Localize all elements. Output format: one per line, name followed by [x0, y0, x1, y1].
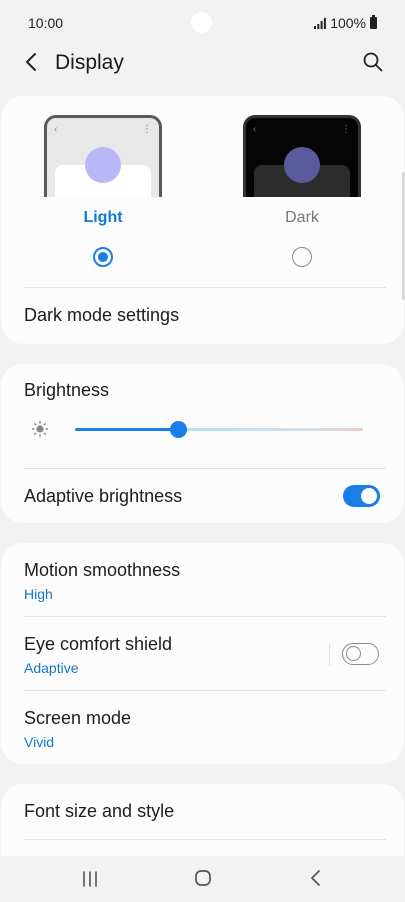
back-icon[interactable]	[20, 50, 44, 74]
page-title: Display	[55, 51, 124, 74]
eye-comfort-shield-value: Adaptive	[24, 660, 79, 676]
preview-back-icon: ‹	[54, 124, 58, 135]
status-bar: 10:00 100%	[0, 0, 405, 44]
font-size-and-style-item[interactable]: Font size and style	[24, 801, 174, 822]
dark-mode-settings-item[interactable]: Dark mode settings	[24, 305, 179, 326]
brightness-card: Brightness Adaptive brightness	[1, 364, 404, 523]
nav-back-icon[interactable]	[307, 868, 325, 888]
divider	[24, 287, 386, 288]
slider-remaining-track	[178, 428, 363, 431]
brightness-slider[interactable]	[75, 421, 363, 438]
battery-icon	[370, 15, 377, 29]
preview-circle	[284, 147, 320, 183]
battery-percent: 100%	[330, 15, 366, 31]
status-time: 10:00	[28, 15, 64, 31]
preview-more-icon: ⋮	[142, 124, 152, 135]
divider	[24, 839, 386, 840]
display-options-card: Motion smoothness High Eye comfort shiel…	[1, 543, 404, 764]
recents-icon[interactable]	[80, 870, 100, 888]
preview-more-icon: ⋮	[341, 124, 351, 135]
dark-theme-label[interactable]: Dark	[243, 209, 361, 227]
toggle-separator	[329, 644, 330, 666]
brightness-title: Brightness	[24, 380, 110, 400]
status-icons: 100%	[314, 15, 377, 31]
divider	[24, 616, 386, 617]
adaptive-brightness-item[interactable]: Adaptive brightness	[24, 486, 182, 507]
slider-thumb[interactable]	[170, 421, 188, 438]
eye-comfort-shield-toggle[interactable]	[342, 643, 379, 665]
signal-icon	[314, 17, 327, 29]
preview-circle	[85, 147, 121, 183]
light-theme-radio[interactable]	[93, 247, 113, 267]
divider	[24, 690, 386, 691]
screen-mode-title: Screen mode	[24, 708, 132, 728]
theme-card: ‹ ⋮ ‹ ⋮ Light Dark Dark mode settings	[1, 96, 404, 344]
motion-smoothness-value: High	[24, 586, 53, 602]
search-icon[interactable]	[361, 50, 385, 74]
dark-theme-radio[interactable]	[292, 247, 312, 267]
app-bar: Display	[0, 40, 405, 86]
eye-comfort-shield-title: Eye comfort shield	[24, 634, 173, 654]
home-icon[interactable]	[193, 868, 213, 888]
motion-smoothness-title: Motion smoothness	[24, 560, 181, 580]
sun-icon	[31, 420, 49, 438]
font-card: Font size and style	[1, 784, 404, 856]
slider-filled-track	[75, 428, 179, 431]
light-theme-preview[interactable]: ‹ ⋮	[44, 115, 162, 197]
light-theme-label[interactable]: Light	[44, 209, 162, 227]
navigation-bar	[0, 856, 405, 902]
dark-theme-preview[interactable]: ‹ ⋮	[243, 115, 361, 197]
adaptive-brightness-toggle[interactable]	[343, 485, 380, 507]
preview-back-icon: ‹	[253, 124, 257, 135]
divider	[24, 468, 386, 469]
screen-mode-value: Vivid	[24, 734, 55, 750]
camera-cutout	[191, 12, 212, 33]
